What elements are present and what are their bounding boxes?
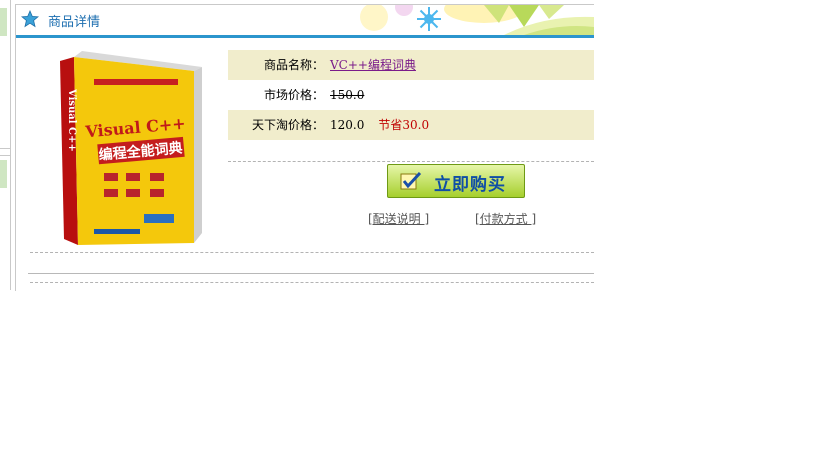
delivery-info-link[interactable]: [配送说明 ] [368,210,429,227]
divider [28,273,594,274]
product-name-row: 商品名称： VC++编程词典 [228,50,594,80]
left-sidebar-fragment [0,0,11,290]
header-decoration-icon [360,5,594,35]
panel-title: 商品详情 [48,15,101,30]
savings-prefix: 节省 [378,118,403,132]
divider [30,252,594,253]
sale-price-value: 120.0 [330,118,365,132]
product-name-link[interactable]: VC++编程词典 [330,58,416,72]
sale-price-label: 天下淘价格： [251,118,324,132]
product-image[interactable]: Visual C++ 编程全能词典 Visual C++ [54,49,204,247]
market-price-label: 市场价格： [263,88,324,102]
panel-header: 商品详情 [16,5,594,38]
product-detail-panel: 商品详情 Visual C++ 编程全能词典 Visual C++ 商品名称： … [15,4,594,291]
sale-price-group: 120.0 节省30.0 [330,110,429,140]
divider [0,155,10,156]
checkmark-icon [400,171,422,190]
divider [30,282,594,283]
sale-price-row: 天下淘价格： 120.0 节省30.0 [228,110,594,140]
left-tab-fragment[interactable] [0,160,7,188]
savings-amount: 30.0 [402,118,430,132]
product-name-label: 商品名称： [263,58,324,72]
left-tab-fragment[interactable] [0,8,7,36]
divider [228,161,594,162]
market-price-row: 市场价格： 150.0 [228,80,594,110]
product-info-table: 商品名称： VC++编程词典 市场价格： 150.0 天下淘价格： 120.0 节… [228,50,594,140]
buy-now-button[interactable]: 立即购买 [387,164,525,198]
star-icon [21,10,39,28]
buy-now-label: 立即购买 [434,175,506,195]
savings-text: 节省30.0 [378,118,429,132]
payment-method-link[interactable]: [付款方式 ] [475,210,536,227]
cover-spine: Visual C++ [66,88,77,152]
market-price-value: 150.0 [330,88,365,102]
divider [0,148,10,149]
